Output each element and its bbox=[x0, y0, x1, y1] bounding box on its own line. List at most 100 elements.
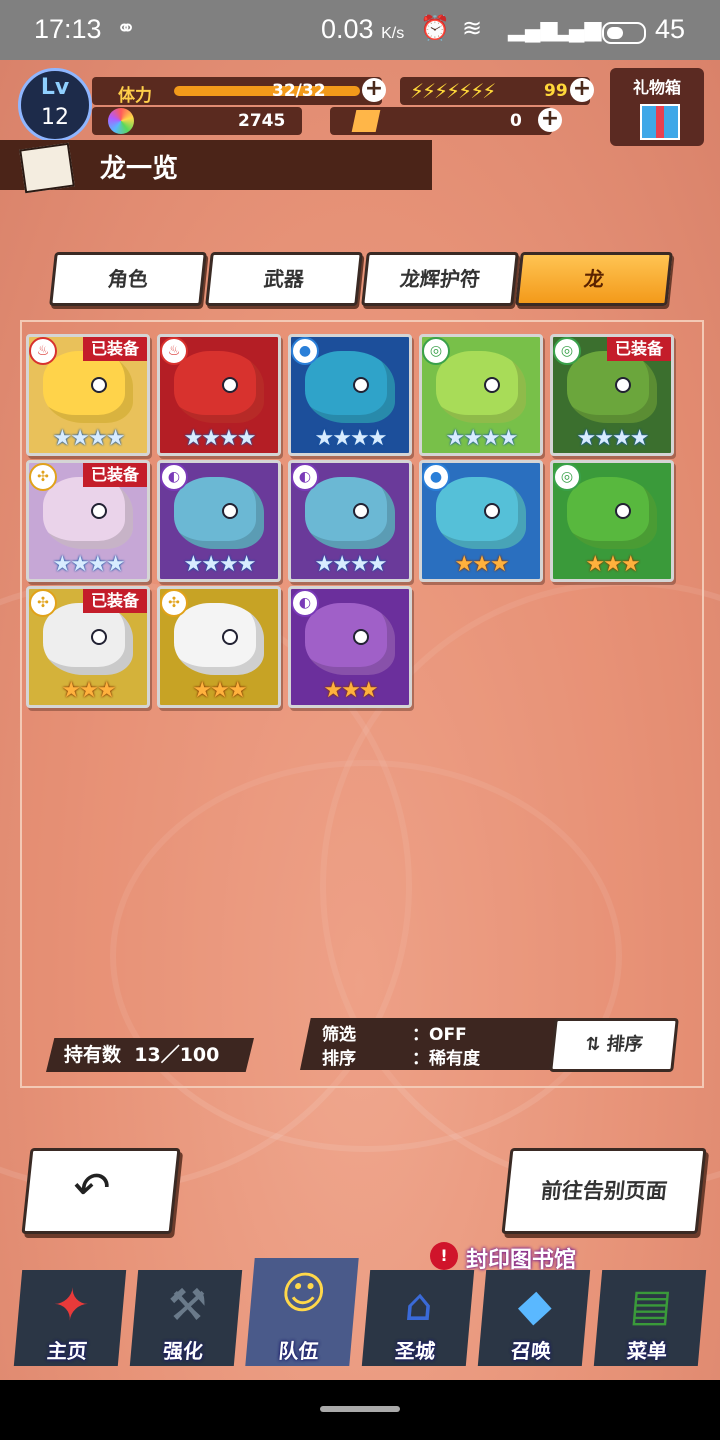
nav-label: 强化 bbox=[162, 1339, 205, 1363]
level-badge: Lv 12 bbox=[18, 68, 92, 142]
equipped-badge: 已装备 bbox=[82, 589, 147, 613]
dragon-eye bbox=[222, 629, 238, 645]
nav-label: 队伍 bbox=[277, 1339, 320, 1363]
dragon-portrait bbox=[174, 603, 264, 675]
equipped-badge: 已装备 bbox=[606, 337, 671, 361]
wind-element-icon: ◎ bbox=[553, 463, 581, 491]
list-scroll-icon bbox=[19, 142, 75, 194]
dragon-card[interactable]: ♨ ★★★★ bbox=[157, 334, 281, 456]
dragon-card[interactable]: ● ★★★ bbox=[419, 460, 543, 582]
dragon-card[interactable]: ✣ 已装备 ★★★ bbox=[26, 586, 150, 708]
rarity-stars: ★★★★ bbox=[52, 552, 126, 577]
page-title-bar: 龙一览 bbox=[0, 140, 432, 194]
nav-item-0[interactable]: ✦ 主页 bbox=[13, 1270, 127, 1366]
tab-dragons[interactable]: 龙 bbox=[515, 252, 673, 306]
nav-label: 菜单 bbox=[626, 1339, 669, 1363]
gift-box-button[interactable]: 礼物箱 bbox=[610, 68, 704, 146]
equipped-badge: 已装备 bbox=[82, 337, 147, 361]
dragon-portrait bbox=[174, 351, 264, 423]
nav-item-3[interactable]: ⌂ 圣城 bbox=[361, 1270, 475, 1366]
sort-button[interactable]: ⇅ 排序 bbox=[549, 1018, 679, 1072]
wind-element-icon: ◎ bbox=[553, 337, 581, 365]
farewell-page-button[interactable]: 前往告别页面 bbox=[501, 1148, 707, 1234]
add-stamina-button[interactable]: + bbox=[362, 78, 386, 102]
rarity-stars: ★★★★ bbox=[314, 552, 388, 577]
owned-count: 持有数 13／100 bbox=[46, 1038, 254, 1072]
fire-element-icon: ♨ bbox=[160, 337, 188, 365]
light-element-icon: ✣ bbox=[29, 589, 57, 617]
signal-icon: ▂▄▆ bbox=[508, 16, 558, 41]
dragon-eye bbox=[484, 377, 500, 393]
network-speed: 0.03 K/s bbox=[321, 14, 405, 44]
rarity-stars: ★★★ bbox=[585, 552, 640, 577]
dragon-card[interactable]: ♨ 已装备 ★★★★ bbox=[26, 334, 150, 456]
ticket-bar: 0 bbox=[330, 107, 552, 135]
rarity-stars: ★★★★ bbox=[183, 426, 257, 451]
wind-element-icon: ◎ bbox=[422, 337, 450, 365]
tab-wyrmprints[interactable]: 龙辉护符 bbox=[361, 252, 519, 306]
dragon-card[interactable]: ◎ 已装备 ★★★★ bbox=[550, 334, 674, 456]
tab-weapons[interactable]: 武器 bbox=[205, 252, 363, 306]
light-element-icon: ✣ bbox=[29, 463, 57, 491]
dragon-eye bbox=[353, 503, 369, 519]
dragon-eye bbox=[353, 629, 369, 645]
dragon-card[interactable]: ✣ ★★★ bbox=[157, 586, 281, 708]
home-gesture-bar[interactable] bbox=[320, 1406, 400, 1412]
dragon-portrait bbox=[43, 351, 133, 423]
dragon-card[interactable]: ✣ 已装备 ★★★★ bbox=[26, 460, 150, 582]
dragon-portrait bbox=[305, 477, 395, 549]
dragon-eye bbox=[484, 503, 500, 519]
dragon-card[interactable]: ● ★★★★ bbox=[288, 334, 412, 456]
nav-item-2[interactable]: ☺ 队伍 bbox=[245, 1258, 359, 1366]
dragon-portrait bbox=[305, 351, 395, 423]
hammer-icon: ⚒ bbox=[165, 1280, 210, 1331]
back-button[interactable]: ↶ bbox=[21, 1148, 181, 1234]
home-emblem-icon: ✦ bbox=[50, 1280, 92, 1331]
nav-label: 圣城 bbox=[394, 1339, 437, 1363]
book-icon: ▤ bbox=[628, 1280, 675, 1331]
battery-icon bbox=[602, 22, 646, 44]
alert-icon: ! bbox=[430, 1242, 458, 1270]
dragon-eye bbox=[91, 503, 107, 519]
dragon-portrait bbox=[567, 351, 657, 423]
filter-sort-status: 筛选 ：OFF 排序 ：稀有度 bbox=[300, 1018, 568, 1070]
fire-element-icon: ♨ bbox=[29, 337, 57, 365]
rarity-stars: ★★★ bbox=[454, 552, 509, 577]
nav-item-5[interactable]: ▤ 菜单 bbox=[593, 1270, 707, 1366]
dragon-card[interactable]: ◎ ★★★ bbox=[550, 460, 674, 582]
gift-box-icon bbox=[640, 104, 680, 140]
dragon-eye bbox=[91, 629, 107, 645]
water-element-icon: ● bbox=[422, 463, 450, 491]
nav-label: 召唤 bbox=[510, 1339, 553, 1363]
castle-icon: ⌂ bbox=[402, 1280, 436, 1331]
nav-item-1[interactable]: ⚒ 强化 bbox=[129, 1270, 243, 1366]
alarm-icon: ⏰ bbox=[420, 15, 450, 42]
gem-bar: 2745 bbox=[92, 107, 302, 135]
nav-item-4[interactable]: ◆ 召唤 bbox=[477, 1270, 591, 1366]
stamina-bar: 体力 32/32 bbox=[92, 77, 382, 106]
tab-characters[interactable]: 角色 bbox=[49, 252, 207, 306]
dragon-portrait bbox=[436, 477, 526, 549]
dragon-card[interactable]: ◐ ★★★★ bbox=[288, 460, 412, 582]
back-arrow-icon: ↶ bbox=[70, 1163, 113, 1214]
dragon-portrait bbox=[174, 477, 264, 549]
dragon-portrait bbox=[305, 603, 395, 675]
rarity-stars: ★★★★ bbox=[314, 426, 388, 451]
rarity-stars: ★★★★ bbox=[52, 426, 126, 451]
signal-icon-2: ▂▄▆ bbox=[552, 16, 602, 41]
ticket-icon bbox=[351, 110, 381, 132]
dragon-portrait bbox=[43, 477, 133, 549]
dragon-eye bbox=[615, 503, 631, 519]
rarity-stars: ★★★ bbox=[192, 678, 247, 703]
page-title: 龙一览 bbox=[100, 154, 179, 184]
crystal-icon: ◆ bbox=[515, 1280, 555, 1331]
dragon-card[interactable]: ◐ ★★★ bbox=[288, 586, 412, 708]
nav-label: 主页 bbox=[46, 1339, 89, 1363]
dragon-eye bbox=[353, 377, 369, 393]
add-energy-button[interactable]: + bbox=[570, 78, 594, 102]
dragon-card[interactable]: ◐ ★★★★ bbox=[157, 460, 281, 582]
add-ticket-button[interactable]: + bbox=[538, 108, 562, 132]
dragon-card[interactable]: ◎ ★★★★ bbox=[419, 334, 543, 456]
dragon-eye bbox=[222, 503, 238, 519]
rainbow-gem-icon bbox=[108, 108, 134, 134]
